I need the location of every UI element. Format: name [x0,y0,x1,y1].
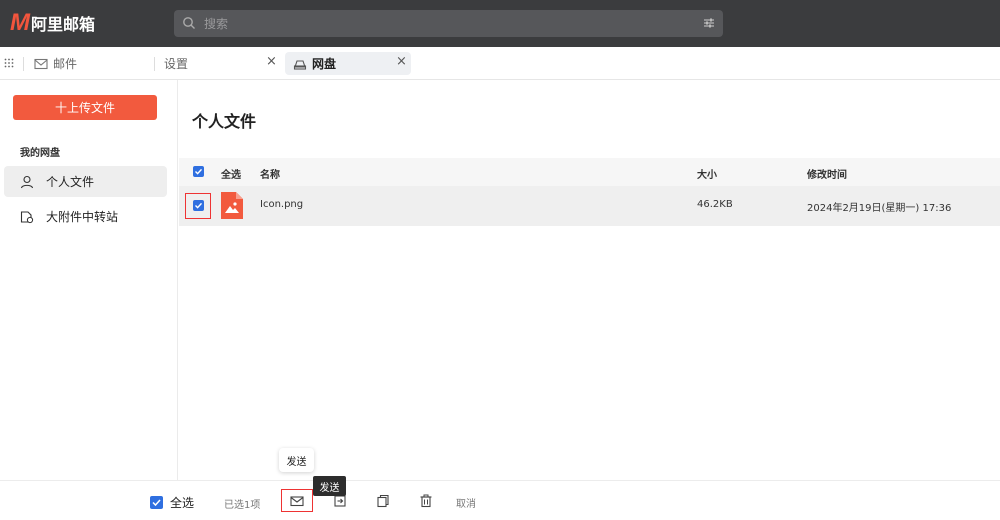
check-icon [195,168,203,175]
select-all-label: 全选 [170,496,195,510]
top-bar: M 阿里邮箱 [0,0,1000,47]
column-select-all: 全选 [221,170,241,181]
file-name[interactable]: Icon.png [260,199,303,210]
search-input[interactable] [204,14,684,33]
bottom-select-all[interactable]: 全选 [150,494,194,511]
user-icon [20,175,34,188]
send-tooltip: 发送 [313,476,346,496]
sidebar-item-large-attachments[interactable]: 大附件中转站 [4,201,167,232]
file-modified: 2024年2月19日(星期一) 17:36 [807,203,952,214]
column-size[interactable]: 大小 [697,166,717,181]
mail-icon [34,58,48,69]
tab-bar: 邮件 设置 × 网盘 × [0,47,1000,80]
selected-count: 已选1项 [224,500,261,511]
search-icon [183,17,195,29]
sidebar-item-label: 个人文件 [46,175,95,189]
copy-icon[interactable] [376,494,390,508]
cloud-drive-icon [293,59,307,70]
file-size: 46.2KB [697,199,733,210]
logo-text: 阿里邮箱 [31,15,96,34]
table-header: 全选 名称 大小 修改时间 [179,158,1000,186]
move-icon[interactable] [333,494,347,508]
close-icon[interactable]: × [396,54,407,69]
tab-label: 网盘 [312,57,337,71]
tab-drive[interactable]: 网盘 × [285,52,411,75]
tab-divider [154,57,155,71]
send-mail-icon[interactable] [290,494,304,508]
close-icon[interactable]: × [266,54,277,69]
column-name[interactable]: 名称 [260,166,280,181]
sidebar-item-personal-files[interactable]: 个人文件 [4,166,167,197]
search-box[interactable] [174,10,723,37]
check-icon [152,499,161,507]
column-modified[interactable]: 修改时间 [807,166,847,181]
sidebar-section-title: 我的网盘 [20,148,60,159]
cancel-button[interactable]: 取消 [456,495,476,510]
image-file-icon [221,192,243,219]
sidebar-item-label: 大附件中转站 [46,210,119,224]
upload-file-button[interactable]: 十上传文件 [13,95,157,120]
hover-tooltip: 发送 [279,448,314,472]
tab-label: 设置 [164,57,189,71]
logo-mark: M [10,9,30,36]
page-title: 个人文件 [192,112,257,131]
tab-mail[interactable]: 邮件 [34,52,77,75]
check-icon [195,202,203,209]
select-all-checkbox[interactable] [193,166,204,177]
bottom-action-bar: 全选 已选1项 取消 [0,480,1000,520]
tab-divider [23,57,24,71]
tab-settings[interactable]: 设置 × [164,52,284,75]
sidebar: 十上传文件 我的网盘 个人文件 大附件中转站 [0,80,178,480]
large-attachment-icon [20,210,34,223]
trash-icon[interactable] [419,494,433,508]
row-checkbox[interactable] [193,200,204,211]
tab-label: 邮件 [53,57,78,71]
select-all-checkbox[interactable] [150,496,163,509]
app-logo[interactable]: M 阿里邮箱 [10,11,95,35]
table-row[interactable]: Icon.png 46.2KB 2024年2月19日(星期一) 17:36 [179,186,1000,226]
app-grid-icon[interactable] [4,58,14,68]
filter-sliders-icon[interactable] [703,17,715,29]
